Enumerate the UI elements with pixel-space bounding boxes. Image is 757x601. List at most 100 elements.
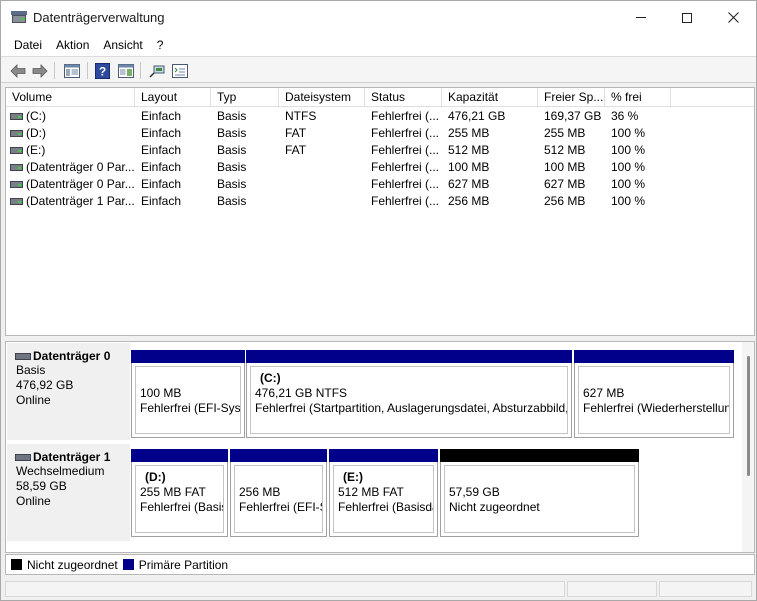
menu-bar: Datei Aktion Ansicht ?	[1, 34, 756, 56]
menu-view[interactable]: Ansicht	[96, 36, 149, 54]
help-button[interactable]: ?	[93, 61, 112, 80]
cell-layout: Einfach	[141, 177, 182, 191]
cell-layout: Einfach	[141, 109, 182, 123]
back-button[interactable]	[8, 61, 27, 80]
volume-row[interactable]: (Datenträger 1 Par... Einfach Basis Fehlerf…	[6, 193, 754, 210]
disk-1-name: Datenträger 1	[15, 450, 130, 464]
volume-drive-icon	[10, 147, 23, 154]
rescan-button[interactable]	[147, 61, 166, 80]
rescan-icon	[148, 65, 164, 78]
column-header-filesystem[interactable]: Dateisystem	[279, 88, 365, 107]
properties-button[interactable]	[170, 61, 189, 80]
volume-drive-icon	[10, 113, 23, 120]
help-icon: ?	[95, 62, 110, 79]
cell-capacity: 627 MB	[448, 177, 490, 191]
partition-status: Fehlerfrei (EFI-Systempartition)	[140, 401, 241, 415]
disk-management-window: Datenträgerverwaltung Datei Aktion Ansic…	[0, 0, 757, 601]
disk-1-size: 58,59 GB	[16, 479, 67, 493]
partition-status: Fehlerfrei (Startpartition, Auslagerungs…	[255, 401, 568, 415]
scrollbar-thumb[interactable]	[747, 356, 750, 476]
vertical-scrollbar[interactable]	[742, 342, 754, 552]
cell-free-space: 256 MB	[544, 194, 586, 208]
partition-size: 100 MB	[140, 386, 182, 400]
disk-0-state: Online	[16, 393, 51, 407]
disk-0-size: 476,92 GB	[16, 378, 74, 392]
close-button[interactable]	[710, 1, 756, 34]
column-header-type[interactable]: Typ	[211, 88, 279, 107]
disk-1-partition-efi[interactable]: 256 MB Fehlerfrei (EFI-Systempartition)	[230, 449, 327, 537]
cell-filesystem: NTFS	[285, 109, 317, 123]
back-arrow-icon	[9, 63, 25, 78]
disk-graphical-view: Datenträger 0 Basis 476,92 GB Online 100…	[5, 341, 755, 553]
volume-row[interactable]: (D:) Einfach Basis FAT Fehlerfrei (... 255 MB…	[6, 125, 754, 142]
cell-free-space: 100 MB	[544, 160, 586, 174]
cell-layout: Einfach	[141, 126, 182, 140]
volume-row[interactable]: (E:) Einfach Basis FAT Fehlerfrei (... 512 MB…	[6, 142, 754, 159]
volume-drive-icon	[10, 130, 23, 137]
disk-1-unallocated-space[interactable]: 57,59 GB Nicht zugeordnet	[440, 449, 639, 537]
disk-0-partition-recovery[interactable]: 627 MB Fehlerfrei (Wiederherstellungspar…	[574, 350, 734, 438]
cell-percent-free: 100 %	[611, 126, 646, 140]
partition-status: Fehlerfrei (Basisdatenpartition)	[338, 500, 433, 514]
disk-0-name: Datenträger 0	[15, 349, 130, 363]
menu-help[interactable]: ?	[150, 36, 171, 54]
menu-action[interactable]: Aktion	[49, 36, 96, 54]
disk-1-partition-e[interactable]: (E:) 512 MB FAT Fehlerfrei (Basisdatenpa…	[329, 449, 438, 537]
cell-layout: Einfach	[141, 143, 182, 157]
cell-free-space: 512 MB	[544, 143, 586, 157]
cell-free-space: 627 MB	[544, 177, 586, 191]
cell-filesystem	[285, 176, 365, 193]
cell-status: Fehlerfrei (...	[371, 143, 440, 157]
volume-row[interactable]: (Datenträger 0 Par... Einfach Basis Fehlerf…	[6, 159, 754, 176]
partition-size: 476,21 GB NTFS	[255, 386, 348, 400]
maximize-button[interactable]	[664, 1, 710, 34]
status-bar	[1, 578, 756, 600]
cell-volume: (E:)	[26, 143, 46, 157]
disk-1-label[interactable]: Datenträger 1 Wechselmedium 58,59 GB Onl…	[7, 444, 130, 541]
cell-percent-free: 100 %	[611, 177, 646, 191]
maximize-icon	[682, 12, 692, 23]
console-tree-button[interactable]	[62, 61, 81, 80]
volume-list[interactable]: Volume Layout Typ Dateisystem Status Kap…	[5, 87, 755, 336]
disk-0-partition-efi[interactable]: 100 MB Fehlerfrei (EFI-Systempartition)	[131, 350, 245, 438]
minimize-button[interactable]	[618, 1, 664, 34]
properties-icon	[171, 63, 188, 78]
cell-type: Basis	[217, 194, 247, 208]
cell-percent-free: 100 %	[611, 143, 646, 157]
cell-capacity: 512 MB	[448, 143, 490, 157]
show-pane-icon	[117, 63, 134, 78]
disk-1-partition-d[interactable]: (D:) 255 MB FAT Fehlerfrei (Basisdatenpa…	[131, 449, 228, 537]
cell-type: Basis	[217, 126, 247, 140]
partition-bar	[329, 449, 438, 462]
disk-0-partition-c[interactable]: (C:) 476,21 GB NTFS Fehlerfrei (Startpar…	[246, 350, 572, 438]
disk-0-label[interactable]: Datenträger 0 Basis 476,92 GB Online	[7, 343, 130, 440]
title-bar[interactable]: Datenträgerverwaltung	[1, 1, 756, 34]
close-icon	[727, 12, 739, 23]
cell-capacity: 255 MB	[448, 126, 490, 140]
cell-type: Basis	[217, 160, 247, 174]
cell-status: Fehlerfrei (...	[371, 194, 440, 208]
legend-swatch-primary	[122, 559, 134, 570]
cell-layout: Einfach	[141, 194, 182, 208]
legend-label-unallocated: Nicht zugeordnet	[27, 557, 118, 572]
cell-percent-free: 36 %	[611, 109, 639, 123]
column-header-status[interactable]: Status	[365, 88, 442, 107]
volume-row[interactable]: (Datenträger 0 Par... Einfach Basis Fehlerf…	[6, 176, 754, 193]
column-header-capacity[interactable]: Kapazität	[442, 88, 538, 107]
cell-percent-free: 100 %	[611, 160, 646, 174]
status-cell	[5, 581, 565, 597]
forward-arrow-icon	[32, 63, 48, 78]
menu-file[interactable]: Datei	[7, 36, 49, 54]
console-tree-icon	[63, 63, 80, 78]
volume-row[interactable]: (C:) Einfach Basis NTFS Fehlerfrei (... 476,2…	[6, 108, 754, 125]
partition-letter: (E:)	[343, 470, 363, 484]
cell-status: Fehlerfrei (...	[371, 160, 440, 174]
partition-bar	[574, 350, 734, 363]
column-header-layout[interactable]: Layout	[135, 88, 211, 107]
column-header-volume[interactable]: Volume	[6, 88, 135, 107]
forward-button[interactable]	[30, 61, 49, 80]
column-header-percent-free[interactable]: % frei	[605, 88, 671, 107]
toolbar-separator	[140, 62, 141, 79]
column-header-free-space[interactable]: Freier Sp...	[538, 88, 605, 107]
show-pane-button[interactable]	[116, 61, 135, 80]
